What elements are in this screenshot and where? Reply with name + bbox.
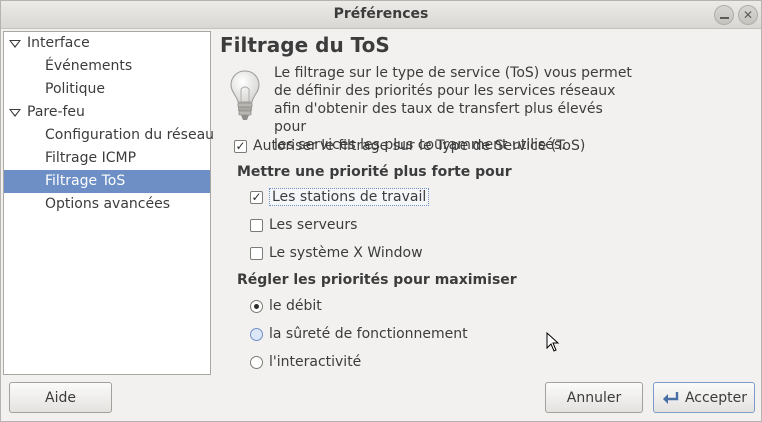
servers-label[interactable]: Les serveurs: [269, 217, 357, 233]
window-title: Préférences: [333, 6, 429, 22]
page-title: Filtrage du ToS: [220, 33, 390, 57]
tree-item-label: Filtrage ICMP: [45, 150, 137, 166]
tree-item-label: Filtrage ToS: [45, 173, 126, 189]
cancel-button-label: Annuler: [566, 389, 622, 406]
enable-tos-label[interactable]: Autoriser le filtrage sur le Type de Ser…: [253, 138, 585, 154]
tree-item-evenements[interactable]: Événements: [4, 55, 210, 78]
close-icon: ✕: [742, 8, 754, 22]
workstations-checkbox[interactable]: ✓: [250, 190, 263, 204]
workstations-label[interactable]: Les stations de travail: [269, 188, 430, 206]
radio-selected-dot: [254, 303, 259, 309]
minimize-icon: [719, 16, 729, 19]
interactivity-label[interactable]: l'interactivité: [269, 354, 361, 370]
maximize-section-title: Régler les priorités pour maximiser: [237, 272, 517, 288]
tree-item-label: Événements: [45, 58, 133, 74]
cancel-button[interactable]: Annuler: [545, 382, 643, 413]
reliability-radio[interactable]: [250, 327, 263, 341]
servers-checkbox[interactable]: [250, 218, 263, 232]
enable-tos-checkbox-row[interactable]: ✓ Autoriser le filtrage sur le Type de S…: [234, 136, 585, 156]
tree-item-label: Options avancées: [45, 196, 171, 212]
tree-item-filtrage-tos[interactable]: Filtrage ToS: [4, 170, 210, 193]
tree-item-politique[interactable]: Politique: [4, 78, 210, 101]
tree-item-label: Politique: [45, 81, 106, 97]
servers-checkbox-row[interactable]: Les serveurs: [250, 215, 357, 235]
accept-button-label: Accepter: [684, 389, 748, 406]
x-window-label[interactable]: Le système X Window: [269, 245, 423, 261]
reliability-label[interactable]: la sûreté de fonctionnement: [269, 326, 468, 342]
throughput-radio-row[interactable]: le débit: [250, 296, 322, 316]
tree-item-label: Pare-feu: [27, 104, 85, 120]
lightbulb-icon: [230, 70, 260, 120]
workstations-checkbox-row[interactable]: ✓ Les stations de travail: [250, 187, 430, 207]
close-button[interactable]: ✕: [738, 5, 758, 25]
tree-item-pare-feu[interactable]: Pare-feu: [4, 101, 210, 124]
throughput-label[interactable]: le débit: [269, 298, 322, 314]
tree-item-configuration-reseau[interactable]: Configuration du réseau: [4, 124, 214, 147]
title-bar[interactable]: Préférences ✕: [1, 1, 761, 29]
enter-icon: [662, 391, 679, 404]
description-line: de définir des priorités pour les servic…: [274, 83, 616, 99]
help-button[interactable]: Aide: [9, 382, 112, 413]
reliability-radio-row[interactable]: la sûreté de fonctionnement: [250, 324, 468, 344]
priority-section-title: Mettre une priorité plus forte pour: [237, 164, 512, 180]
help-button-label: Aide: [45, 389, 76, 406]
tree-item-filtrage-icmp[interactable]: Filtrage ICMP: [4, 147, 210, 170]
mouse-cursor-icon: [546, 332, 560, 352]
throughput-radio[interactable]: [250, 299, 263, 313]
interactivity-radio-row[interactable]: l'interactivité: [250, 352, 361, 372]
description-line: Le filtrage sur le type de service (ToS)…: [274, 65, 632, 81]
minimize-button[interactable]: [714, 5, 734, 25]
expander-inner: [11, 110, 19, 115]
preferences-window: Préférences ✕ Interface Événements Polit…: [0, 0, 762, 422]
category-tree[interactable]: Interface Événements Politique Pare-feu …: [3, 31, 214, 375]
interactivity-radio[interactable]: [250, 355, 263, 369]
tree-item-label: Configuration du réseau: [45, 127, 215, 143]
description-line: afin d'obtenir des taux de transfert plu…: [274, 101, 603, 135]
x-window-checkbox[interactable]: [250, 246, 263, 260]
accept-button[interactable]: Accepter: [653, 382, 755, 413]
x-window-checkbox-row[interactable]: Le système X Window: [250, 243, 423, 263]
tree-item-interface[interactable]: Interface: [4, 32, 210, 55]
tree-item-label: Interface: [27, 35, 90, 51]
tree-item-options-avancees[interactable]: Options avancées: [4, 193, 210, 216]
expander-inner: [11, 41, 19, 46]
enable-tos-checkbox[interactable]: ✓: [234, 139, 247, 153]
